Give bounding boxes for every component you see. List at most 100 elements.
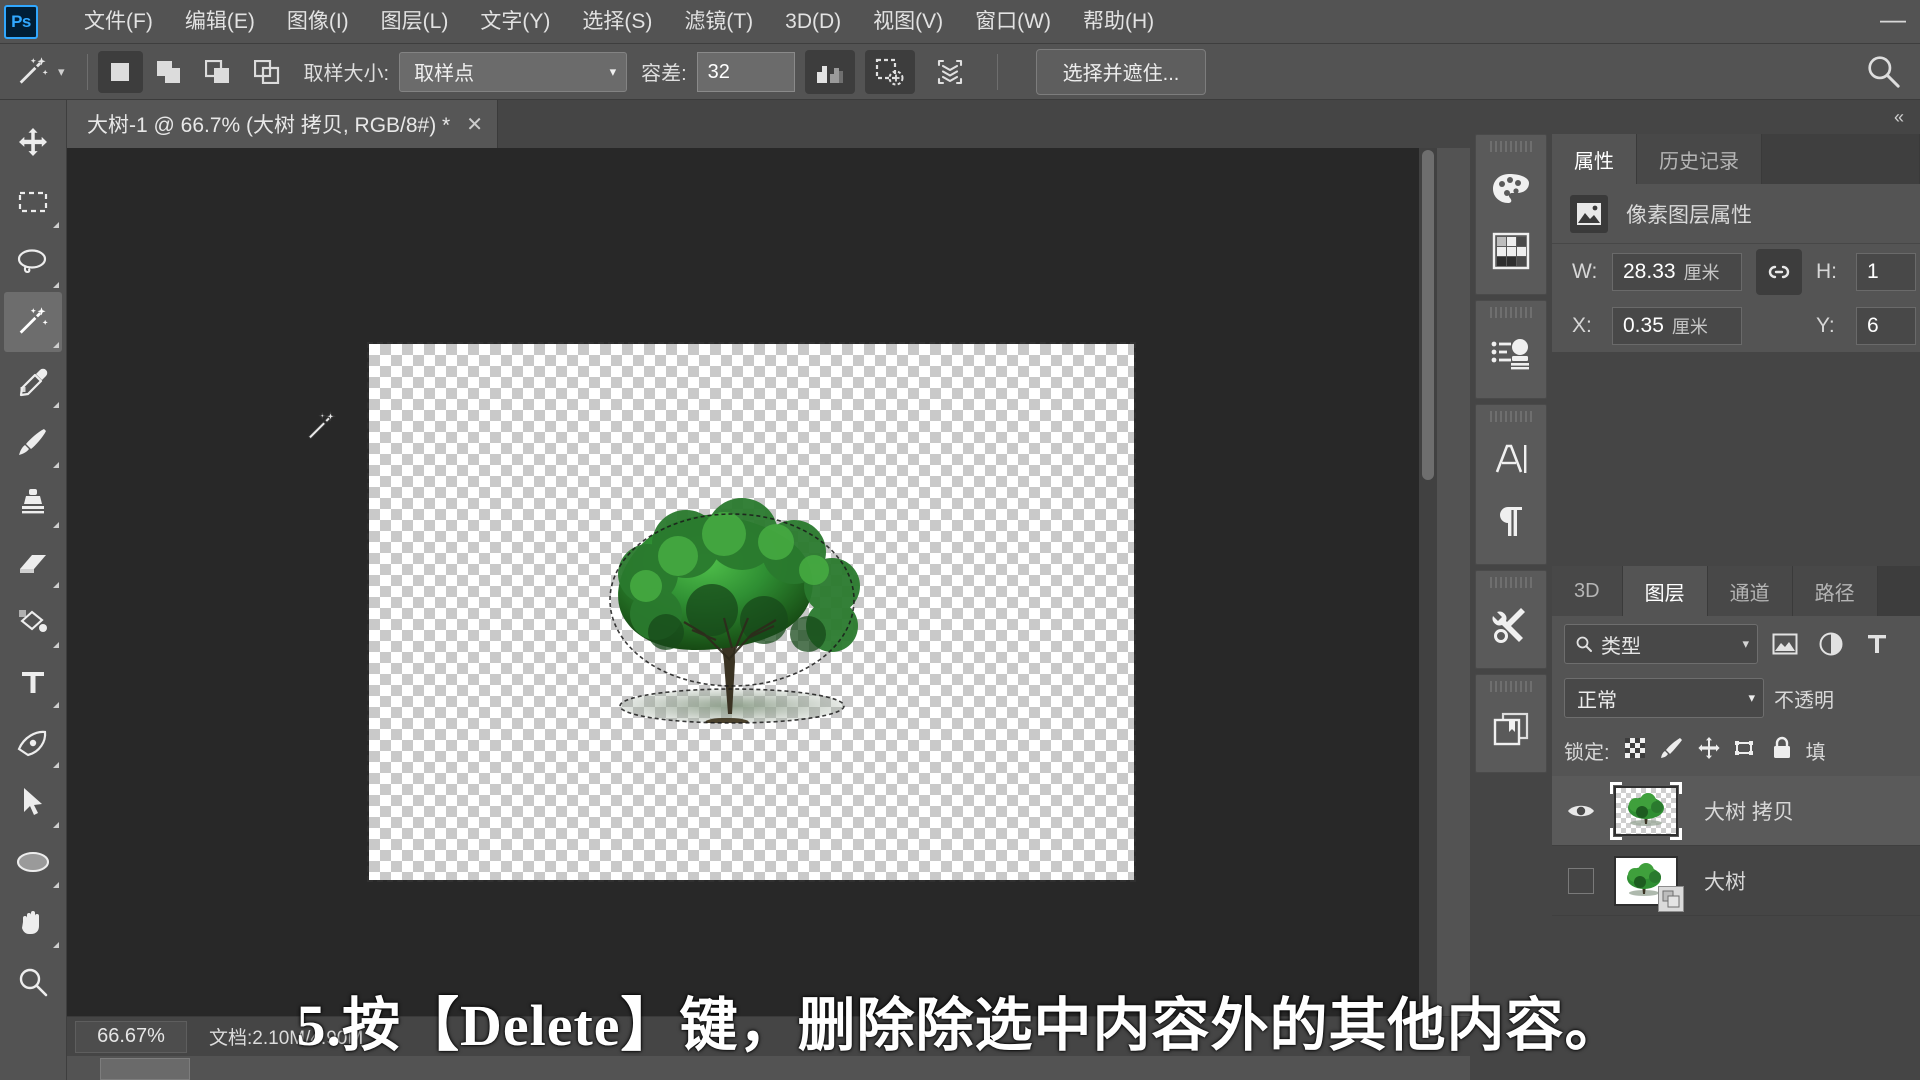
tolerance-input[interactable]: 32: [696, 51, 795, 92]
color-palette-icon[interactable]: [1480, 158, 1542, 220]
collapse-panels-icon[interactable]: «: [1894, 107, 1904, 128]
text-filter-icon[interactable]: [1858, 625, 1896, 663]
status-bar-secondary: [67, 1056, 1470, 1080]
menu-file[interactable]: 文件(F): [68, 0, 169, 44]
layer-visibility-toggle[interactable]: [1552, 801, 1610, 821]
tool-magic-wand[interactable]: [4, 292, 62, 352]
menu-type[interactable]: 文字(Y): [464, 0, 566, 44]
properties-size-row: W: 28.33 厘米 H: 1: [1552, 244, 1920, 300]
menu-filter[interactable]: 滤镜(T): [668, 0, 769, 44]
image-filter-icon[interactable]: [1766, 625, 1804, 663]
table-row[interactable]: 大树: [1552, 846, 1920, 916]
height-field[interactable]: 1: [1856, 253, 1916, 291]
menu-layer[interactable]: 图层(L): [365, 0, 465, 44]
tool-corner-indicator: [53, 462, 59, 468]
zoom-level-field[interactable]: 66.67%: [75, 1020, 187, 1053]
tool-gradient[interactable]: [4, 592, 62, 652]
width-unit: 厘米: [1683, 263, 1720, 283]
tool-pen[interactable]: [4, 712, 62, 772]
chain-link-icon[interactable]: [1756, 249, 1802, 295]
tool-presets-icon[interactable]: [1480, 594, 1542, 656]
intersect-with-selection-button[interactable]: [245, 51, 290, 93]
sample-size-select[interactable]: 取样点 ▾: [399, 51, 628, 92]
tool-hand[interactable]: [4, 892, 62, 952]
layer-name[interactable]: 大树: [1704, 866, 1746, 896]
photoshop-window: Ps 文件(F) 编辑(E) 图像(I) 图层(L) 文字(Y) 选择(S) 滤…: [0, 0, 1920, 1080]
libraries-icon[interactable]: [1480, 698, 1542, 760]
document-tab[interactable]: 大树-1 @ 66.7% (大树 拷贝, RGB/8#) * ✕: [67, 100, 498, 148]
layer-filter-label: 类型: [1601, 635, 1641, 658]
adjustments-icon[interactable]: [1480, 324, 1542, 386]
anti-alias-icon[interactable]: [804, 49, 855, 94]
tool-type[interactable]: [4, 652, 62, 712]
lock-artboard-icon[interactable]: [1734, 736, 1758, 765]
tool-eyedropper[interactable]: [4, 352, 62, 412]
add-to-selection-button[interactable]: [147, 51, 192, 93]
magic-wand-icon[interactable]: [12, 51, 54, 93]
x-field[interactable]: 0.35 厘米: [1612, 307, 1742, 345]
panel-grip[interactable]: [1490, 307, 1532, 318]
tool-corner-indicator: [53, 882, 59, 888]
lock-pixels-icon[interactable]: [1660, 736, 1684, 765]
y-field[interactable]: 6: [1856, 307, 1916, 345]
minimize-button[interactable]: —: [1876, 4, 1910, 34]
tab-paths[interactable]: 路径: [1792, 566, 1878, 616]
table-row[interactable]: 大树 拷贝: [1552, 776, 1920, 846]
tab-history[interactable]: 历史记录: [1637, 134, 1762, 184]
search-icon[interactable]: [1864, 52, 1902, 95]
tab-3d[interactable]: 3D: [1552, 566, 1623, 616]
scrollbar-thumb[interactable]: [1422, 150, 1434, 480]
tab-layers[interactable]: 图层: [1622, 566, 1708, 616]
panel-grip[interactable]: [1490, 681, 1532, 692]
tool-preset-chevron-down-icon[interactable]: ▾: [58, 64, 65, 80]
panel-grip[interactable]: [1490, 577, 1532, 588]
menu-select[interactable]: 选择(S): [566, 0, 668, 44]
layers-tabstrip: 3D 图层 通道 路径: [1552, 566, 1920, 616]
tool-ellipse[interactable]: [4, 832, 62, 892]
status-menu-arrow-icon[interactable]: ▸: [377, 1027, 386, 1047]
tool-path-selection[interactable]: [4, 772, 62, 832]
document-canvas[interactable]: [367, 342, 1136, 882]
layer-name[interactable]: 大树 拷贝: [1704, 796, 1794, 826]
tool-clone-stamp[interactable]: [4, 472, 62, 532]
dock-group-type: [1475, 404, 1547, 565]
menu-window[interactable]: 窗口(W): [959, 0, 1067, 44]
contiguous-icon[interactable]: [864, 49, 915, 94]
menu-help[interactable]: 帮助(H): [1067, 0, 1170, 44]
canvas-vertical-scrollbar[interactable]: [1419, 148, 1437, 1016]
close-icon[interactable]: ✕: [466, 112, 483, 137]
blend-mode-select[interactable]: 正常 ▾: [1564, 678, 1764, 718]
menu-edit[interactable]: 编辑(E): [169, 0, 271, 44]
collapsed-panel-dock: [1470, 100, 1552, 1080]
paragraph-icon[interactable]: [1480, 490, 1542, 552]
tool-lasso[interactable]: [4, 232, 62, 292]
new-selection-button[interactable]: [97, 50, 143, 93]
tab-channels[interactable]: 通道: [1707, 566, 1793, 616]
select-and-mask-button[interactable]: 选择并遮住...: [1035, 48, 1207, 95]
lock-transparency-icon[interactable]: [1623, 736, 1647, 765]
tool-move[interactable]: [4, 112, 62, 172]
lock-position-icon[interactable]: [1697, 736, 1721, 765]
swatches-grid-icon[interactable]: [1480, 220, 1542, 282]
tool-brush[interactable]: [4, 412, 62, 472]
adjustment-filter-icon[interactable]: [1812, 625, 1850, 663]
tool-eraser[interactable]: [4, 532, 62, 592]
character-icon[interactable]: [1480, 428, 1542, 490]
tool-rectangular-marquee[interactable]: [4, 172, 62, 232]
canvas-area[interactable]: [67, 148, 1437, 1016]
menu-3d[interactable]: 3D(D): [769, 0, 857, 44]
layer-visibility-toggle[interactable]: [1552, 867, 1610, 894]
menu-image[interactable]: 图像(I): [271, 0, 365, 44]
subtract-from-selection-button[interactable]: [196, 51, 241, 93]
tool-zoom[interactable]: [4, 952, 62, 1012]
layer-filter-select[interactable]: 类型 ▾: [1564, 624, 1758, 664]
tolerance-label: 容差:: [641, 63, 687, 85]
lock-label: 锁定:: [1564, 741, 1610, 764]
panel-grip[interactable]: [1490, 141, 1532, 152]
sample-all-layers-icon[interactable]: [925, 50, 975, 94]
lock-all-icon[interactable]: [1771, 736, 1793, 765]
tab-properties[interactable]: 属性: [1552, 134, 1637, 184]
menu-view[interactable]: 视图(V): [857, 0, 959, 44]
width-field[interactable]: 28.33 厘米: [1612, 253, 1742, 291]
panel-grip[interactable]: [1490, 411, 1532, 422]
